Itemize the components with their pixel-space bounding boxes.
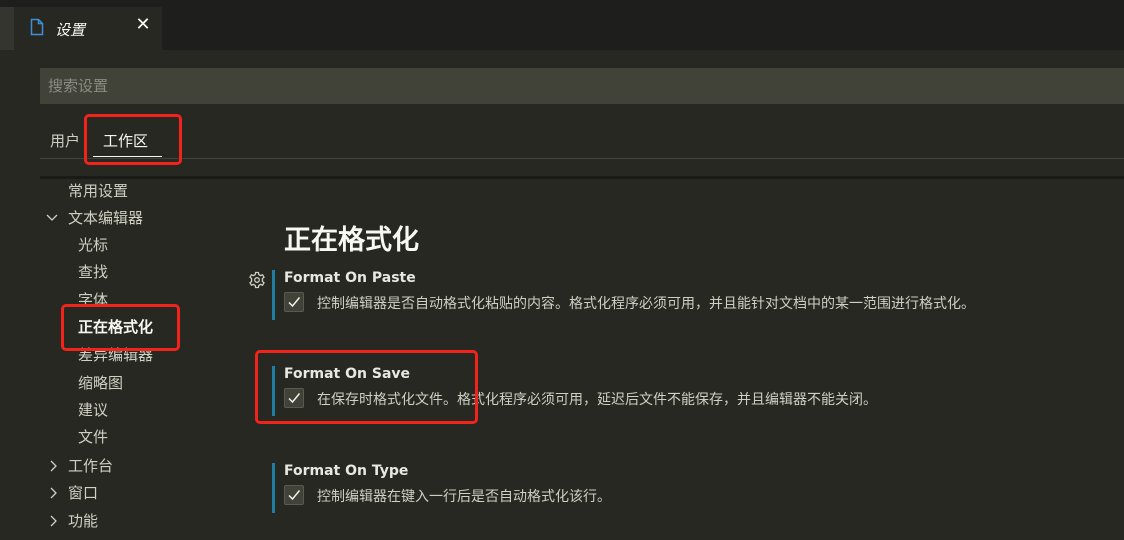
setting-description: 在保存时格式化文件。格式化程序必须可用，延迟后文件不能保存，并且编辑器不能关闭。 — [317, 392, 877, 408]
toc-item-find[interactable]: 查找 — [78, 261, 108, 283]
chevron-down-icon[interactable] — [46, 207, 60, 229]
format-on-type-checkbox[interactable] — [284, 485, 304, 505]
toc-item-features[interactable]: 功能 — [68, 510, 98, 532]
setting-format-on-save: Format On Save 在保存时格式化文件。格式化程序必须可用，延迟后文件… — [272, 366, 1112, 416]
search-settings-input[interactable] — [40, 68, 1124, 104]
tab-user[interactable]: 用户 — [50, 130, 80, 151]
setting-focus-bar — [272, 463, 275, 513]
section-title: 正在格式化 — [284, 225, 419, 256]
setting-format-on-paste: Format On Paste 控制编辑器是否自动格式化粘贴的内容。格式化程序必… — [272, 270, 1112, 320]
toc-item-minimap[interactable]: 缩略图 — [78, 372, 123, 394]
divider — [40, 158, 1124, 159]
gear-icon[interactable] — [248, 271, 266, 289]
setting-description: 控制编辑器在键入一行后是否自动格式化该行。 — [317, 489, 611, 505]
toc-item-diff-editor[interactable]: 差异编辑器 — [78, 344, 153, 366]
chevron-right-icon[interactable] — [48, 482, 62, 504]
toc-item-formatting[interactable]: 正在格式化 — [78, 316, 153, 338]
setting-focus-bar — [272, 366, 275, 416]
check-icon — [288, 297, 301, 308]
toc-item-files[interactable]: 文件 — [78, 426, 108, 448]
settings-editor-tab[interactable]: 设置 ✕ — [14, 7, 162, 50]
check-icon — [288, 490, 301, 501]
active-tab-underline — [93, 156, 162, 157]
editor-tab-bar: 设置 ✕ — [0, 0, 1124, 50]
check-icon — [288, 393, 301, 404]
header-shadow — [40, 176, 1124, 179]
setting-title: Format On Save — [284, 366, 411, 382]
setting-focus-bar — [272, 270, 275, 320]
format-on-paste-checkbox[interactable] — [284, 292, 304, 312]
setting-title: Format On Paste — [284, 270, 416, 286]
file-icon — [30, 18, 44, 36]
setting-description: 控制编辑器是否自动格式化粘贴的内容。格式化程序必须可用，并且能针对文档中的某一范… — [317, 296, 975, 312]
tab-workspace[interactable]: 工作区 — [103, 130, 148, 151]
tab-bar-edge — [0, 7, 14, 50]
toc-item-common[interactable]: 常用设置 — [68, 180, 128, 202]
setting-format-on-type: Format On Type 控制编辑器在键入一行后是否自动格式化该行。 — [272, 463, 1112, 513]
toc-item-workbench[interactable]: 工作台 — [68, 455, 113, 477]
toc-item-text-editor[interactable]: 文本编辑器 — [68, 207, 143, 229]
toc-item-suggestions[interactable]: 建议 — [78, 399, 108, 421]
toc-item-window[interactable]: 窗口 — [68, 482, 98, 504]
chevron-right-icon[interactable] — [48, 510, 62, 532]
setting-title: Format On Type — [284, 463, 409, 479]
tab-title: 设置 — [55, 21, 86, 39]
toc-item-font[interactable]: 字体 — [78, 289, 108, 311]
format-on-save-checkbox[interactable] — [284, 388, 304, 408]
toc-item-cursor[interactable]: 光标 — [78, 234, 108, 256]
chevron-right-icon[interactable] — [48, 455, 62, 477]
close-icon[interactable]: ✕ — [135, 16, 151, 34]
